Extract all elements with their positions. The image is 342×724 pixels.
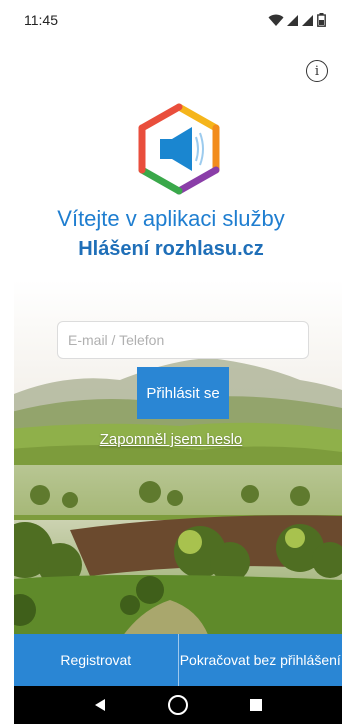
brand-name: Hlášení rozhlasu.cz — [78, 238, 264, 260]
status-icons — [268, 13, 326, 27]
home-circle-icon[interactable] — [167, 694, 189, 716]
system-navigation-bar — [14, 686, 342, 724]
email-phone-input[interactable] — [57, 321, 309, 359]
speaker-hexagon-logo — [136, 101, 222, 197]
status-bar: 11:45 — [0, 0, 342, 40]
forgot-password-link[interactable]: Zapomněl jsem heslo — [0, 431, 342, 448]
left-edge — [0, 0, 14, 724]
info-icon: i — [314, 63, 320, 79]
status-time: 11:45 — [24, 12, 58, 28]
login-screen: 11:45 i Vítejte v aplikaci služby Hlášen… — [0, 0, 342, 724]
welcome-text: Vítejte v aplikaci služby — [57, 206, 285, 231]
back-triangle-icon[interactable] — [94, 698, 106, 712]
signal-icon — [302, 14, 314, 27]
info-button[interactable]: i — [306, 60, 328, 82]
bottom-action-bar: Registrovat Pokračovat bez přihlášení — [14, 634, 342, 686]
battery-icon — [317, 13, 326, 27]
login-button[interactable]: Přihlásit se — [137, 367, 229, 419]
continue-without-login-button[interactable]: Pokračovat bez přihlášení — [178, 634, 342, 686]
signal-icon — [287, 14, 299, 27]
recents-square-icon[interactable] — [249, 699, 262, 711]
register-button[interactable]: Registrovat — [14, 634, 178, 686]
wifi-icon — [268, 14, 284, 27]
